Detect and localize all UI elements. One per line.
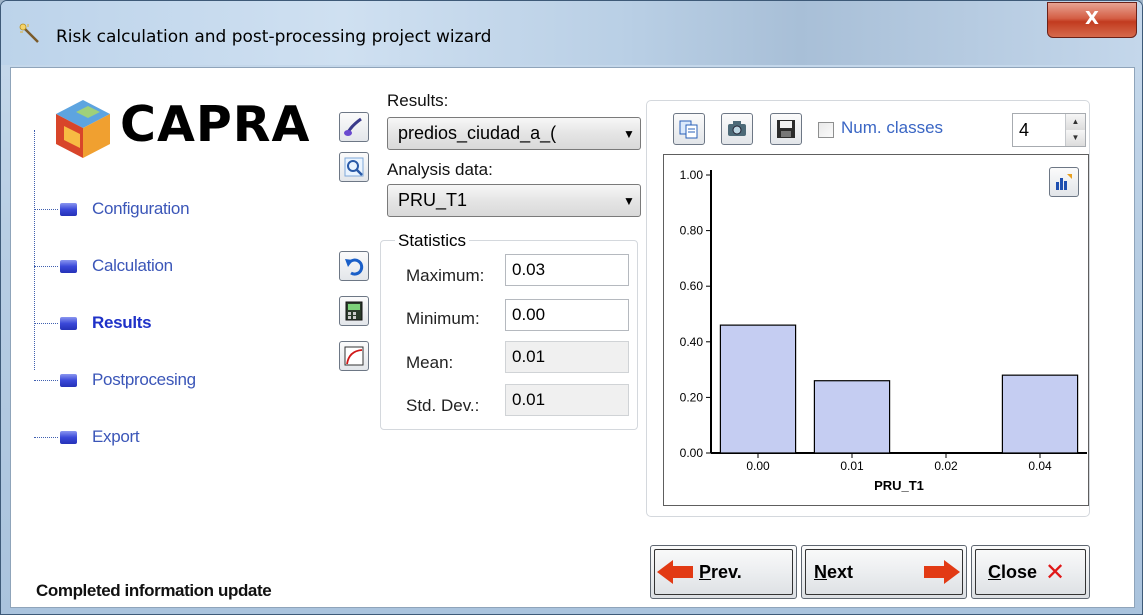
nav-item-results[interactable]: Results <box>34 312 152 334</box>
undo-button[interactable] <box>339 251 369 281</box>
histogram-bar <box>813 380 891 454</box>
nav-bullet-icon <box>60 202 77 216</box>
nav-item-label: Export <box>92 427 140 446</box>
histogram-chart: 0.00 0.20 0.40 0.60 0.80 1.00 0.00 0.01 0.02 0.04… <box>680 168 1087 493</box>
capra-cube-icon <box>56 100 110 158</box>
num-classes-value: 4 <box>1019 120 1030 140</box>
analysis-data-select-value: PRU_T1 <box>398 190 468 210</box>
window-title: Risk calculation and post-processing pro… <box>56 27 492 47</box>
curve-button[interactable] <box>339 341 369 371</box>
x-tick-label: 0.00 <box>746 459 770 473</box>
num-classes-checkbox[interactable] <box>818 122 834 138</box>
results-select[interactable]: predios_ciudad_a_( ▼ <box>387 117 641 150</box>
x-tick-label: 0.04 <box>1028 459 1052 473</box>
title-bar: Risk calculation and post-processing pro… <box>1 1 1142 65</box>
nav-bullet-icon <box>60 259 77 273</box>
num-classes-spinner[interactable]: 4 ▲ ▼ <box>1012 113 1086 147</box>
y-tick-label: 0.60 <box>680 279 704 293</box>
minimum-label: Minimum: <box>406 309 480 328</box>
arrow-left-icon <box>657 560 693 584</box>
undo-arrow-icon <box>345 258 364 276</box>
prev-label: rev. <box>711 561 742 582</box>
y-tick-label: 0.80 <box>680 224 704 238</box>
nav-item-configuration[interactable]: Configuration <box>34 198 190 220</box>
window-close-button[interactable]: X <box>1047 2 1137 38</box>
next-label: ext <box>827 561 854 582</box>
prev-button[interactable]: Prev. <box>650 545 797 599</box>
nav-item-calculation[interactable]: Calculation <box>34 255 173 277</box>
calculator-64-button[interactable] <box>339 296 369 326</box>
next-button[interactable]: Next <box>801 545 967 599</box>
nav-tree-line <box>34 130 35 370</box>
mean-field: 0.01 <box>505 341 629 373</box>
chart-options-button[interactable] <box>1049 167 1079 197</box>
spin-down-button[interactable]: ▼ <box>1066 130 1085 146</box>
floppy-disk-icon <box>777 120 795 138</box>
close-button[interactable]: Close ✕ <box>971 545 1090 599</box>
chevron-down-icon: ▼ <box>623 126 635 141</box>
mean-label: Mean: <box>406 353 454 372</box>
capra-logo: CAPRA <box>52 92 309 164</box>
num-classes-label: Num. classes <box>841 118 944 137</box>
nav-item-label: Configuration <box>92 199 190 218</box>
results-select-value: predios_ciudad_a_( <box>398 123 557 143</box>
nav-item-label: Postprocesing <box>92 370 196 389</box>
capra-logo-text: CAPRA <box>120 96 311 153</box>
wizard-wand-icon <box>19 23 39 43</box>
zoom-search-button[interactable] <box>339 152 369 182</box>
nav-item-export[interactable]: Export <box>34 426 140 448</box>
calculator-icon <box>345 301 363 321</box>
minimum-field[interactable]: 0.00 <box>505 299 629 331</box>
maximum-label: Maximum: <box>406 266 485 285</box>
x-axis-label: PRU_T1 <box>874 478 924 493</box>
status-text: Completed information update <box>36 581 272 600</box>
copy-button[interactable] <box>673 113 705 145</box>
y-tick-label: 0.00 <box>680 446 704 460</box>
chart-settings-icon <box>1056 174 1072 190</box>
close-mnemonic: C <box>988 561 1001 582</box>
camera-icon <box>728 121 746 136</box>
curve-chart-icon <box>344 346 364 366</box>
histogram-chart-frame: 0.00 0.20 0.40 0.60 0.80 1.00 0.00 0.01 0.02 0.04… <box>663 154 1089 506</box>
arrow-right-icon <box>924 560 960 584</box>
close-label: lose <box>1001 561 1038 582</box>
nav-item-label: Results <box>92 313 152 332</box>
spin-up-button[interactable]: ▲ <box>1066 114 1085 130</box>
y-tick-label: 0.20 <box>680 390 704 404</box>
y-tick-label: 1.00 <box>680 168 704 182</box>
next-mnemonic: N <box>814 561 827 582</box>
histogram-bar <box>1001 374 1079 454</box>
std-dev-field: 0.01 <box>505 384 629 416</box>
chevron-down-icon: ▼ <box>623 193 635 208</box>
copy-icon <box>679 120 698 139</box>
nav-bullet-icon <box>60 316 77 330</box>
histogram-bar <box>719 324 797 454</box>
maximum-field[interactable]: 0.03 <box>505 254 629 286</box>
brush-icon <box>344 117 362 136</box>
std-dev-label: Std. Dev.: <box>406 396 480 415</box>
y-tick-label: 0.40 <box>680 335 704 349</box>
nav-item-postprocesing[interactable]: Postprocesing <box>34 369 196 391</box>
close-x-icon: ✕ <box>1045 558 1066 586</box>
nav-item-label: Calculation <box>92 256 173 275</box>
magnifier-icon <box>344 157 364 177</box>
prev-mnemonic: P <box>699 561 712 582</box>
snapshot-button[interactable] <box>721 113 753 145</box>
statistics-caption: Statistics <box>395 231 470 251</box>
save-button[interactable] <box>770 113 802 145</box>
x-tick-label: 0.02 <box>934 459 958 473</box>
analysis-data-select[interactable]: PRU_T1 ▼ <box>387 184 641 217</box>
edit-brush-button[interactable] <box>339 112 369 142</box>
x-tick-label: 0.01 <box>840 459 864 473</box>
results-label: Results: <box>387 91 449 110</box>
nav-bullet-icon <box>60 373 77 387</box>
analysis-data-label: Analysis data: <box>387 160 493 179</box>
nav-bullet-icon <box>60 430 77 444</box>
